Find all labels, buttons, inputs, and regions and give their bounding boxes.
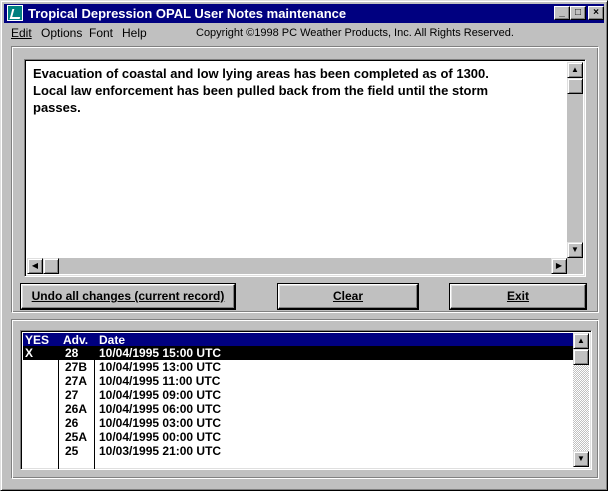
header-date[interactable]: Date xyxy=(99,333,125,347)
notes-scroll-up-button[interactable]: ▲ xyxy=(567,62,583,78)
copyright-notice: Copyright ©1998 PC Weather Products, Inc… xyxy=(196,27,514,39)
list-header: YES Adv. Date xyxy=(23,333,573,347)
row-adv: 26A xyxy=(65,402,88,416)
row-date: 10/04/1995 15:00 UTC xyxy=(99,346,222,360)
list-row[interactable]: 25 10/03/1995 21:00 UTC xyxy=(23,444,573,458)
menu-options[interactable]: Options xyxy=(41,26,82,40)
exit-button[interactable]: Exit xyxy=(450,284,586,309)
row-date: 10/04/1995 00:00 UTC xyxy=(99,430,222,444)
row-date: 10/04/1995 13:00 UTC xyxy=(99,360,222,374)
weather-app-icon[interactable] xyxy=(7,5,23,21)
row-date: 10/04/1995 06:00 UTC xyxy=(99,402,222,416)
row-adv: 26 xyxy=(65,416,79,430)
menu-font-label: Font xyxy=(89,26,114,40)
scroll-corner xyxy=(567,258,583,274)
notes-scroll-right-button[interactable]: ▶ xyxy=(551,258,567,274)
notes-scroll-left-button[interactable]: ◀ xyxy=(27,258,43,274)
notes-scroll-down-button[interactable]: ▼ xyxy=(567,242,583,258)
menu-edit[interactable]: Edit xyxy=(11,26,32,40)
notes-hscroll-track[interactable] xyxy=(59,258,551,274)
row-adv: 28 xyxy=(65,346,79,360)
notes-vscroll-thumb[interactable] xyxy=(567,78,583,94)
notes-hscroll-thumb[interactable] xyxy=(43,258,59,274)
menu-bar: Edit Options Font Help Copyright ©1998 P… xyxy=(4,24,604,42)
clear-button-label: Clear xyxy=(332,289,364,303)
notes-maintenance-window: Tropical Depression OPAL User Notes main… xyxy=(0,0,608,491)
list-row[interactable]: 26 10/04/1995 03:00 UTC xyxy=(23,416,573,430)
row-adv: 27A xyxy=(65,374,88,388)
row-adv: 27 xyxy=(65,388,79,402)
clear-button[interactable]: Clear xyxy=(278,284,418,309)
notes-group: Evacuation of coastal and low lying area… xyxy=(11,46,599,313)
list-scroll-up-button[interactable]: ▲ xyxy=(573,333,589,349)
list-row[interactable]: 27B 10/04/1995 13:00 UTC xyxy=(23,360,573,374)
row-adv: 25A xyxy=(65,430,88,444)
menu-options-label: Options xyxy=(41,26,83,40)
menu-edit-label: Edit xyxy=(11,26,32,40)
list-row[interactable]: 27A 10/04/1995 11:00 UTC xyxy=(23,374,573,388)
list-vscroll-thumb[interactable] xyxy=(573,349,589,365)
window-title: Tropical Depression OPAL User Notes main… xyxy=(28,6,347,21)
row-date: 10/03/1995 21:00 UTC xyxy=(99,444,222,458)
row-yes: X xyxy=(25,346,34,360)
header-yes[interactable]: YES xyxy=(25,333,49,347)
row-date: 10/04/1995 09:00 UTC xyxy=(99,388,222,402)
list-scroll-down-button[interactable]: ▼ xyxy=(573,451,589,467)
notes-vscroll-track[interactable] xyxy=(567,78,583,242)
undo-all-changes-button[interactable]: Undo all changes (current record) xyxy=(21,284,235,309)
advisory-list[interactable]: YES Adv. Date X 28 10/04/1995 15:00 UTC … xyxy=(20,330,592,470)
menu-help[interactable]: Help xyxy=(122,26,147,40)
notes-text[interactable]: Evacuation of coastal and low lying area… xyxy=(33,65,563,116)
maximize-button[interactable]: □ xyxy=(570,6,586,20)
row-date: 10/04/1995 11:00 UTC xyxy=(99,374,221,388)
minimize-button[interactable]: _ xyxy=(554,6,570,20)
row-adv: 27B xyxy=(65,360,88,374)
advisory-group: YES Adv. Date X 28 10/04/1995 15:00 UTC … xyxy=(11,319,599,479)
row-date: 10/04/1995 03:00 UTC xyxy=(99,416,222,430)
exit-button-label: Exit xyxy=(506,289,529,303)
notes-editor[interactable]: Evacuation of coastal and low lying area… xyxy=(24,59,586,277)
list-row-selected[interactable]: X 28 10/04/1995 15:00 UTC xyxy=(23,346,573,360)
title-bar[interactable]: Tropical Depression OPAL User Notes main… xyxy=(4,4,604,23)
list-row[interactable]: 25A 10/04/1995 00:00 UTC xyxy=(23,430,573,444)
row-adv: 25 xyxy=(65,444,79,458)
menu-help-label: Help xyxy=(122,26,147,40)
header-adv[interactable]: Adv. xyxy=(63,333,88,347)
menu-font[interactable]: Font xyxy=(89,26,113,40)
undo-button-label: Undo all changes (current record) xyxy=(31,289,225,303)
list-row[interactable]: 26A 10/04/1995 06:00 UTC xyxy=(23,402,573,416)
list-row[interactable]: 27 10/04/1995 09:00 UTC xyxy=(23,388,573,402)
close-button[interactable]: × xyxy=(588,6,604,20)
